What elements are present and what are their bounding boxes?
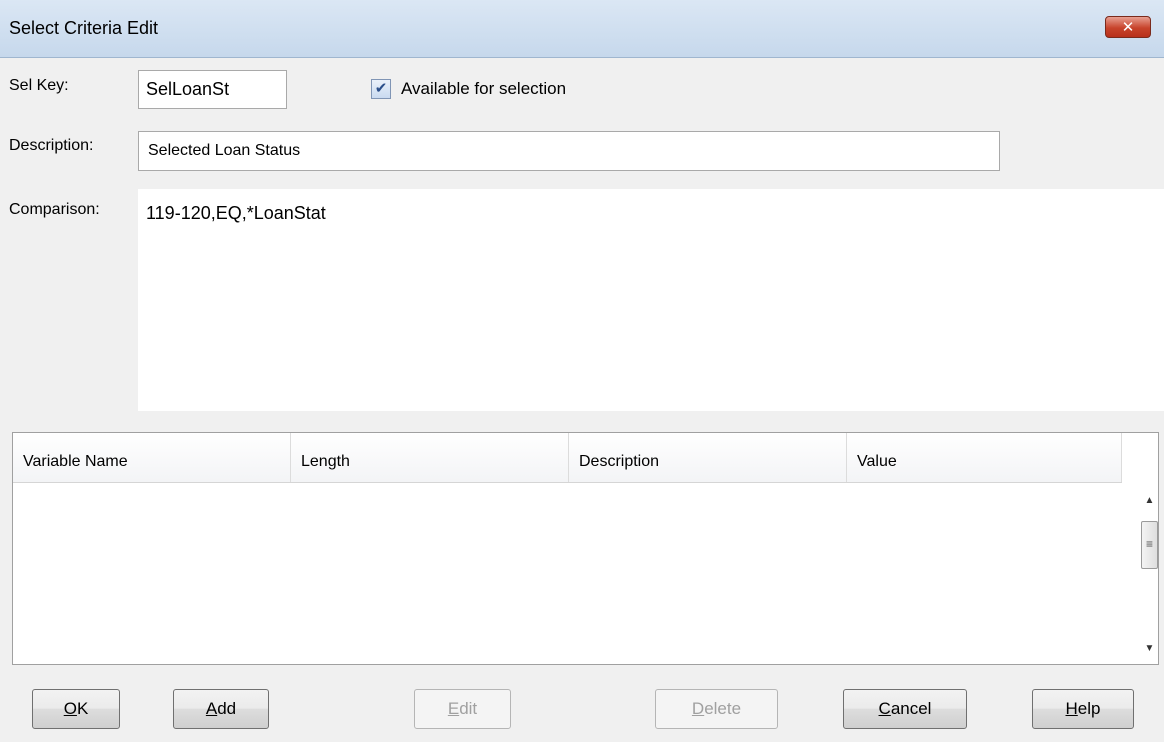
close-button[interactable]: ✕ [1105,16,1151,38]
column-header-value[interactable]: Value [847,433,1122,482]
edit-button[interactable]: Edit [414,689,511,729]
select-criteria-edit-dialog: Select Criteria Edit ✕ Sel Key: SelLoanS… [0,0,1164,742]
edit-label-rest: dit [459,699,478,718]
title-bar: Select Criteria Edit ✕ [0,0,1164,58]
delete-accelerator: D [691,699,705,718]
delete-label-rest: elete [704,699,742,718]
ok-button[interactable]: OK [32,689,120,729]
variables-grid[interactable]: Variable Name Length Description Value ▲… [12,432,1159,665]
chevron-down-icon[interactable]: ▼ [1140,643,1159,654]
ok-accelerator: O [63,699,77,718]
comparison-textarea[interactable]: 119-120,EQ,*LoanStat [138,189,1164,411]
cancel-accelerator: C [878,699,891,718]
add-label-rest: dd [217,699,237,718]
description-input[interactable]: Selected Loan Status [138,131,1000,171]
cancel-button[interactable]: Cancel [843,689,967,729]
chevron-up-icon[interactable]: ▲ [1140,495,1159,506]
sel-key-input[interactable]: SelLoanSt [138,70,287,109]
ok-label-rest: K [76,699,89,718]
available-for-selection-checkbox[interactable]: ✔ [371,79,391,99]
edit-accelerator: E [447,699,460,718]
column-header-variable-name[interactable]: Variable Name [13,433,291,482]
close-icon: ✕ [1121,19,1135,36]
comparison-label: Comparison: [9,201,100,218]
window-title: Select Criteria Edit [9,18,159,38]
grid-vertical-scrollbar[interactable]: ▲ ≡ ▼ [1140,483,1159,665]
available-for-selection-label[interactable]: Available for selection [401,79,566,99]
column-header-description[interactable]: Description [569,433,847,482]
description-label: Description: [9,137,94,154]
scroll-thumb[interactable]: ≡ [1141,521,1158,569]
check-icon: ✔ [374,80,388,97]
cancel-label-rest: ancel [890,699,932,718]
sel-key-label: Sel Key: [9,77,69,94]
add-accelerator: A [205,699,218,718]
help-button[interactable]: Help [1032,689,1134,729]
add-button[interactable]: Add [173,689,269,729]
grid-header: Variable Name Length Description Value [13,433,1122,483]
delete-button[interactable]: Delete [655,689,778,729]
help-label-rest: elp [1077,699,1101,718]
help-accelerator: H [1065,699,1078,718]
column-header-length[interactable]: Length [291,433,569,482]
